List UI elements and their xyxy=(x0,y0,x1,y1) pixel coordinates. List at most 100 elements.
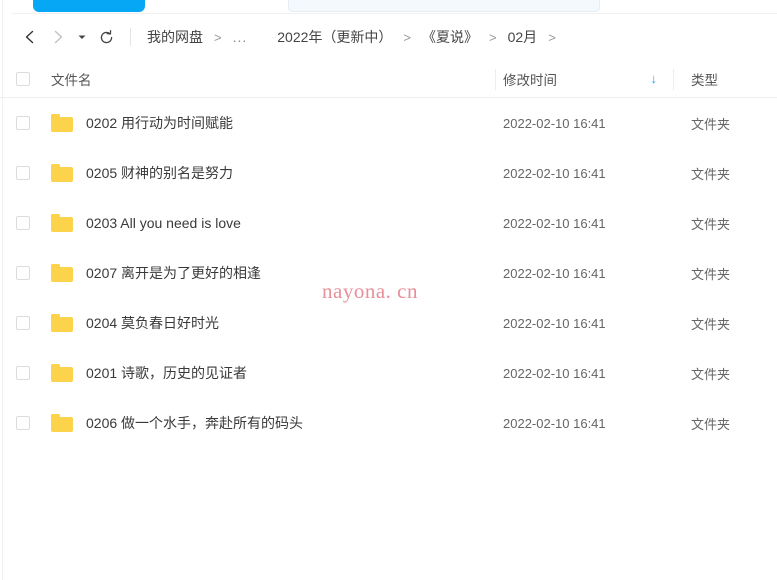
file-name-label: 0201 诗歌，历史的见证者 xyxy=(86,365,248,381)
file-type-label: 文件夹 xyxy=(691,266,731,282)
file-name-label: 0207 离开是为了更好的相逢 xyxy=(86,265,262,281)
row-time-cell: 2022-02-10 16:41 xyxy=(495,116,673,131)
header-cell-time[interactable]: 修改时间 ↓ xyxy=(495,69,673,89)
file-name-label: 0205 财神的别名是努力 xyxy=(86,165,234,181)
row-type-cell: 文件夹 xyxy=(673,414,777,433)
breadcrumb-item-4[interactable]: 02月 xyxy=(506,27,540,47)
folder-icon xyxy=(51,264,73,282)
row-checkbox[interactable] xyxy=(16,116,30,130)
row-type-cell: 文件夹 xyxy=(673,114,777,133)
row-name-cell[interactable]: 0202 用行动为时间赋能 xyxy=(46,113,495,133)
row-type-cell: 文件夹 xyxy=(673,314,777,333)
modified-time-label: 2022-02-10 16:41 xyxy=(503,415,606,431)
breadcrumb-item-0[interactable]: 我的网盘 xyxy=(145,27,205,47)
row-select-cell[interactable] xyxy=(0,216,46,230)
table-row[interactable]: 0206 做一个水手，奔赴所有的码头 2022-02-10 16:41 文件夹 xyxy=(0,398,777,448)
row-checkbox[interactable] xyxy=(16,416,30,430)
file-name-label: 0202 用行动为时间赋能 xyxy=(86,115,234,131)
row-select-cell[interactable] xyxy=(0,266,46,280)
row-name-cell[interactable]: 0205 财神的别名是努力 xyxy=(46,163,495,183)
breadcrumb-separator-4: > xyxy=(548,29,556,45)
row-name-cell[interactable]: 0203 All you need is love xyxy=(46,214,495,232)
header-cell-type[interactable]: 类型 xyxy=(673,69,777,89)
row-select-cell[interactable] xyxy=(0,366,46,380)
table-row[interactable]: 0201 诗歌，历史的见证者 2022-02-10 16:41 文件夹 xyxy=(0,348,777,398)
header-label-name: 文件名 xyxy=(51,72,92,88)
row-time-cell: 2022-02-10 16:41 xyxy=(495,216,673,231)
modified-time-label: 2022-02-10 16:41 xyxy=(503,315,606,331)
row-name-cell[interactable]: 0207 离开是为了更好的相逢 xyxy=(46,263,495,283)
table-row[interactable]: 0203 All you need is love 2022-02-10 16:4… xyxy=(0,198,777,248)
file-table: 文件名 修改时间 ↓ 类型 0202 用行动为时间赋能 2022-02-10 16… xyxy=(0,60,777,448)
modified-time-label: 2022-02-10 16:41 xyxy=(503,365,606,381)
table-body: 0202 用行动为时间赋能 2022-02-10 16:41 文件夹 0205 财神的… xyxy=(0,98,777,448)
breadcrumb-separator-2: > xyxy=(403,29,412,45)
header-label-type: 类型 xyxy=(691,72,718,88)
header-cell-name[interactable]: 文件名 xyxy=(46,69,495,89)
primary-action-button[interactable] xyxy=(33,0,145,12)
row-type-cell: 文件夹 xyxy=(673,214,777,233)
row-select-cell[interactable] xyxy=(0,316,46,330)
folder-icon xyxy=(51,364,73,382)
table-row[interactable]: 0207 离开是为了更好的相逢 2022-02-10 16:41 文件夹 xyxy=(0,248,777,298)
navigation-bar: 我的网盘 > ... 2022年（更新中） > 《夏说》 > 02月 > xyxy=(0,14,777,60)
row-checkbox[interactable] xyxy=(16,266,30,280)
row-checkbox[interactable] xyxy=(16,316,30,330)
table-row[interactable]: 0202 用行动为时间赋能 2022-02-10 16:41 文件夹 xyxy=(0,98,777,148)
sort-descending-icon[interactable]: ↓ xyxy=(651,72,658,85)
file-type-label: 文件夹 xyxy=(691,316,731,332)
breadcrumb-item-1[interactable]: ... xyxy=(231,29,250,45)
nav-divider xyxy=(130,28,131,46)
breadcrumb-separator-3: > xyxy=(489,29,497,45)
file-type-label: 文件夹 xyxy=(691,116,731,132)
row-select-cell[interactable] xyxy=(0,116,46,130)
row-checkbox[interactable] xyxy=(16,216,30,230)
row-time-cell: 2022-02-10 16:41 xyxy=(495,316,673,331)
row-checkbox[interactable] xyxy=(16,166,30,180)
refresh-button[interactable] xyxy=(92,23,120,51)
refresh-icon xyxy=(100,29,112,43)
row-select-cell[interactable] xyxy=(0,166,46,180)
forward-button[interactable] xyxy=(44,23,72,51)
row-name-cell[interactable]: 0201 诗歌，历史的见证者 xyxy=(46,363,495,383)
row-time-cell: 2022-02-10 16:41 xyxy=(495,366,673,381)
row-type-cell: 文件夹 xyxy=(673,264,777,283)
modified-time-label: 2022-02-10 16:41 xyxy=(503,265,606,281)
row-select-cell[interactable] xyxy=(0,416,46,430)
row-name-cell[interactable]: 0204 莫负春日好时光 xyxy=(46,313,495,333)
row-time-cell: 2022-02-10 16:41 xyxy=(495,166,673,181)
file-type-label: 文件夹 xyxy=(691,216,731,232)
breadcrumb-item-2[interactable]: 2022年（更新中） xyxy=(275,27,394,47)
history-dropdown-button[interactable] xyxy=(72,23,92,51)
folder-icon xyxy=(51,114,73,132)
back-button[interactable] xyxy=(16,23,44,51)
breadcrumb-item-3[interactable]: 《夏说》 xyxy=(420,27,480,47)
row-name-cell[interactable]: 0206 做一个水手，奔赴所有的码头 xyxy=(46,413,495,433)
header-label-time: 修改时间 xyxy=(503,72,557,88)
folder-icon xyxy=(51,414,73,432)
file-name-label: 0204 莫负春日好时光 xyxy=(86,315,220,331)
row-type-cell: 文件夹 xyxy=(673,164,777,183)
table-row[interactable]: 0204 莫负春日好时光 2022-02-10 16:41 文件夹 xyxy=(0,298,777,348)
select-all-cell[interactable] xyxy=(0,71,46,86)
modified-time-label: 2022-02-10 16:41 xyxy=(503,165,606,181)
chevron-left-icon xyxy=(25,30,34,44)
file-name-label: 0203 All you need is love xyxy=(86,215,241,231)
row-time-cell: 2022-02-10 16:41 xyxy=(495,266,673,281)
chevron-right-icon xyxy=(54,30,63,44)
search-input[interactable] xyxy=(288,0,600,12)
file-type-label: 文件夹 xyxy=(691,416,731,432)
file-name-label: 0206 做一个水手，奔赴所有的码头 xyxy=(86,415,304,431)
table-header-row: 文件名 修改时间 ↓ 类型 xyxy=(0,60,777,98)
caret-down-icon xyxy=(78,35,86,39)
header-divider-type xyxy=(673,69,674,90)
file-type-label: 文件夹 xyxy=(691,366,731,382)
row-type-cell: 文件夹 xyxy=(673,364,777,383)
select-all-checkbox[interactable] xyxy=(16,71,30,86)
breadcrumb: 我的网盘 > ... 2022年（更新中） > 《夏说》 > 02月 > xyxy=(145,27,565,47)
modified-time-label: 2022-02-10 16:41 xyxy=(503,215,606,231)
file-type-label: 文件夹 xyxy=(691,166,731,182)
modified-time-label: 2022-02-10 16:41 xyxy=(503,115,606,131)
row-checkbox[interactable] xyxy=(16,366,30,380)
table-row[interactable]: 0205 财神的别名是努力 2022-02-10 16:41 文件夹 xyxy=(0,148,777,198)
